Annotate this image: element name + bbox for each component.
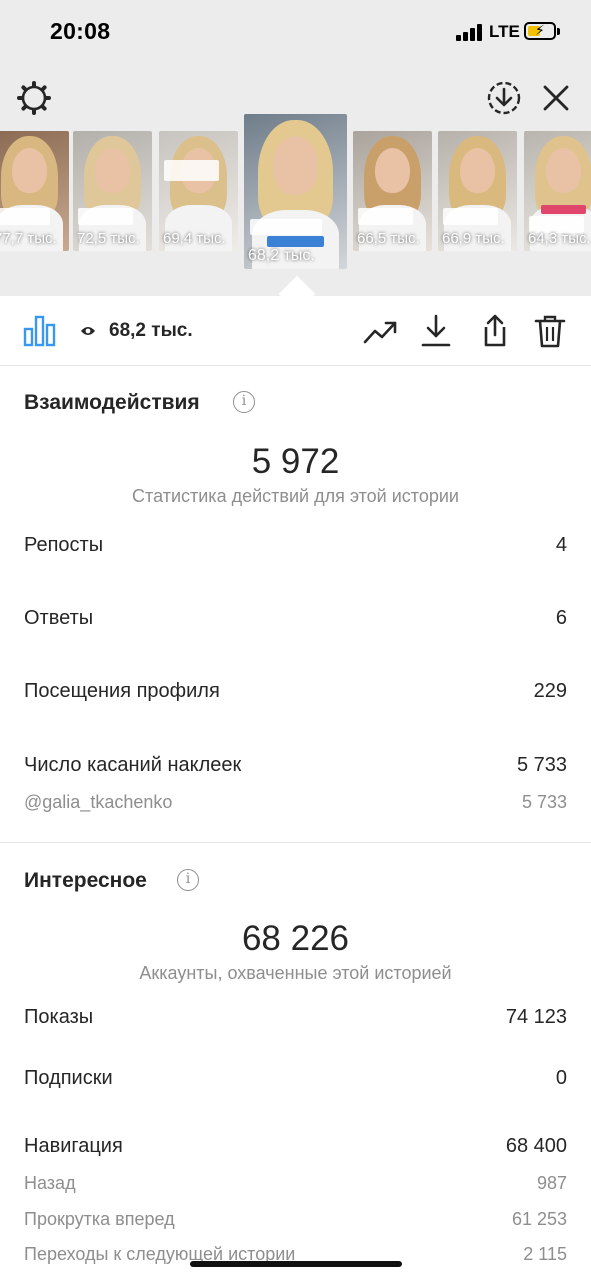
forward-label: Прокрутка вперед [24, 1209, 175, 1229]
interactions-total: 5 972 [251, 442, 340, 481]
navigation-label: Навигация [24, 1135, 123, 1157]
reposts-label: Репосты [24, 534, 104, 556]
follows-value: 0 [555, 1067, 567, 1089]
section-divider [0, 842, 591, 843]
signal-icon [456, 24, 484, 41]
story-thumbnail[interactable]: 64,3 тыс. [524, 131, 591, 251]
story-thumbnail[interactable]: 77,7 тыс. [0, 131, 69, 251]
interactions-subtitle: Статистика действий для этой истории [132, 486, 459, 506]
eye-icon [81, 327, 95, 335]
replies-label: Ответы [24, 607, 94, 629]
profile-visits-label: Посещения профиля [24, 680, 220, 702]
story-thumbnail[interactable]: 69,4 тыс. [159, 131, 238, 251]
insights-chart-icon[interactable] [22, 314, 58, 348]
thumbnail-views: 66,5 тыс. [357, 230, 420, 247]
thumbnail-views: 68,2 тыс. [248, 247, 315, 264]
insights-toolbar: 68,2 тыс. [0, 296, 591, 366]
thumbnail-views: 77,7 тыс. [0, 230, 57, 247]
sticker-taps-value: 5 733 [516, 754, 567, 776]
battery-icon: ⚡ [524, 22, 560, 40]
promote-trend-icon[interactable] [362, 314, 398, 348]
discovery-info-icon[interactable]: i [177, 869, 199, 891]
story-thumbnail-selected[interactable]: 68,2 тыс. [244, 114, 347, 269]
home-indicator[interactable] [190, 1261, 402, 1267]
thumbnail-views: 64,3 тыс. [528, 230, 591, 247]
story-thumbnail[interactable]: 66,5 тыс. [353, 131, 432, 251]
reposts-value: 4 [555, 534, 567, 556]
follows-label: Подписки [24, 1067, 113, 1089]
close-icon[interactable] [538, 80, 574, 116]
network-label: LTE [489, 22, 520, 41]
delete-trash-icon[interactable] [532, 314, 568, 348]
views-total: 68,2 тыс. [109, 320, 193, 341]
story-thumbnail[interactable]: 66,9 тыс. [438, 131, 517, 251]
next-story-value: 2 115 [523, 1244, 567, 1264]
settings-gear-icon[interactable] [16, 80, 52, 116]
story-thumbnail[interactable]: 72,5 тыс. [73, 131, 152, 251]
status-bar: 20:08 LTE ⚡ [0, 0, 591, 64]
navigation-value: 68 400 [505, 1135, 567, 1157]
interactions-info-icon[interactable]: i [233, 391, 255, 413]
replies-value: 6 [555, 607, 567, 629]
story-thumbnails-strip: 77,7 тыс. 72,5 тыс. 69,4 тыс. 68,2 тыс. … [0, 114, 591, 274]
story-header: 20:08 LTE ⚡ 77,7 тыс. 72,5 тыс. 69,4 тыс… [0, 0, 591, 296]
back-value: 987 [536, 1173, 567, 1193]
reach-subtitle: Аккаунты, охваченные этой историей [139, 963, 452, 983]
back-label: Назад [24, 1173, 76, 1193]
impressions-value: 74 123 [505, 1006, 567, 1028]
thumbnail-views: 69,4 тыс. [163, 230, 226, 247]
discovery-title: Интересное [24, 869, 147, 892]
download-icon[interactable] [418, 314, 454, 348]
reach-total: 68 226 [241, 919, 350, 958]
interactions-title: Взаимодействия [24, 391, 200, 414]
sticker-mention-value: 5 733 [521, 792, 567, 812]
thumbnail-views: 66,9 тыс. [442, 230, 505, 247]
sticker-taps-label: Число касаний наклеек [24, 754, 242, 776]
share-icon[interactable] [475, 314, 511, 348]
sticker-mention-label: @galia_tkachenko [24, 792, 173, 812]
forward-value: 61 253 [511, 1209, 567, 1229]
impressions-label: Показы [24, 1006, 94, 1028]
profile-visits-value: 229 [533, 680, 567, 702]
status-time: 20:08 [50, 18, 111, 44]
download-circle-icon[interactable] [486, 80, 522, 116]
thumbnail-views: 72,5 тыс. [77, 230, 140, 247]
